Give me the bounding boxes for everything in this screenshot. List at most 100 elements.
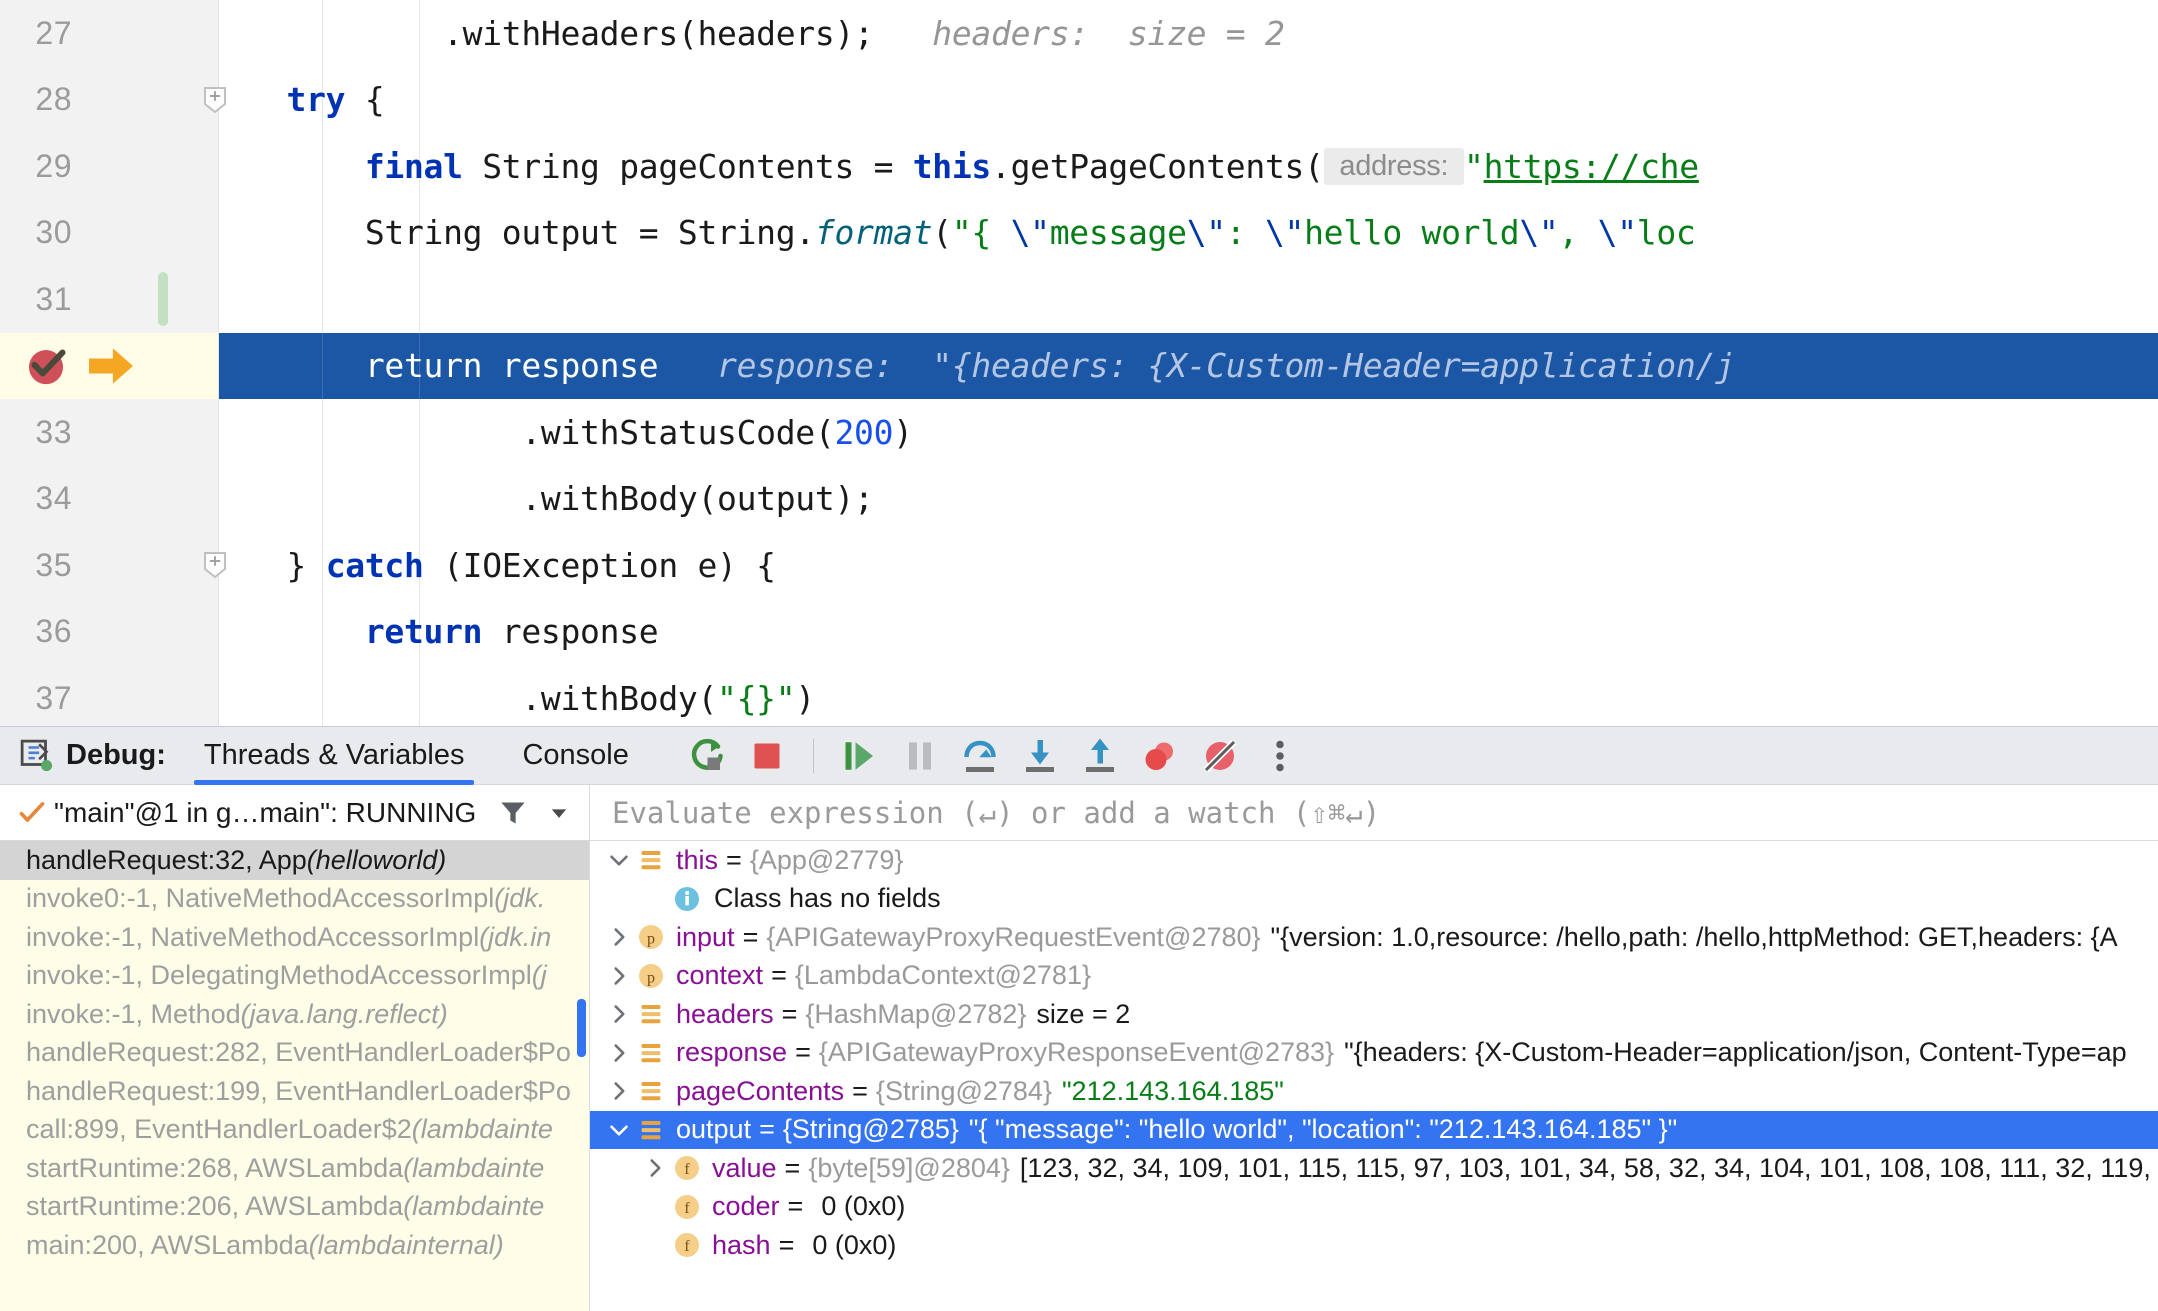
stack-frame-row[interactable]: call:899, EventHandlerLoader$2 (lambdain…	[0, 1111, 589, 1150]
mute-breakpoints-button[interactable]	[1136, 732, 1184, 780]
stack-frame-row[interactable]: handleRequest:282, EventHandlerLoader$Po	[0, 1034, 589, 1073]
more-options-button[interactable]	[1256, 732, 1304, 780]
code-token: response	[482, 612, 658, 651]
view-breakpoints-button[interactable]	[1196, 732, 1244, 780]
field-icon: f	[672, 1192, 702, 1222]
variable-row[interactable]: pinput={APIGatewayProxyRequestEvent@2780…	[590, 918, 2158, 957]
escape-sequence: \"	[1011, 213, 1050, 252]
code-token: String output = String.	[365, 213, 815, 252]
variable-row[interactable]: pageContents={String@2784}"212.143.164.1…	[590, 1072, 2158, 1111]
equals-sign: =	[771, 960, 787, 991]
chevron-right-icon[interactable]	[602, 997, 636, 1031]
chevron-right-icon[interactable]	[638, 1151, 672, 1185]
thread-selector[interactable]: "main"@1 in g…main": RUNNING	[0, 785, 590, 841]
escape-sequence: \"	[1187, 213, 1226, 252]
vcs-change-marker[interactable]	[158, 272, 168, 326]
code-token	[130, 546, 287, 585]
code-line[interactable]: 35 } catch (IOException e) {	[0, 532, 2158, 599]
stack-frame-row[interactable]: startRuntime:268, AWSLambda (lambdainte	[0, 1149, 589, 1188]
svg-text:p: p	[647, 969, 655, 986]
stack-frame-row[interactable]: main:200, AWSLambda (lambdainternal)	[0, 1226, 589, 1265]
code-line[interactable]: 31	[0, 266, 2158, 333]
code-line-text: .withHeaders(headers); headers: size = 2	[0, 0, 1285, 67]
variable-row[interactable]: fcoder=0 (0x0)	[590, 1188, 2158, 1227]
step-out-button[interactable]	[1076, 732, 1124, 780]
code-line[interactable]: 28 try {	[0, 67, 2158, 134]
chevron-down-icon[interactable]	[546, 800, 572, 826]
variable-row[interactable]: fhash=0 (0x0)	[590, 1226, 2158, 1265]
variable-row[interactable]: response={APIGatewayProxyResponseEvent@2…	[590, 1034, 2158, 1073]
chevron-down-icon[interactable]	[602, 843, 636, 877]
variable-row[interactable]: output={String@2785}"{ "message": "hello…	[590, 1111, 2158, 1150]
chevron-right-icon[interactable]	[602, 1036, 636, 1070]
code-token: .withStatusCode(	[521, 413, 834, 452]
rerun-button[interactable]	[683, 732, 731, 780]
code-line[interactable]: 33 .withStatusCode(200)	[0, 399, 2158, 466]
code-token	[130, 14, 443, 53]
stack-frame-row[interactable]: invoke:-1, Method (java.lang.reflect)	[0, 995, 589, 1034]
stack-frame-row[interactable]: handleRequest:199, EventHandlerLoader$Po	[0, 1072, 589, 1111]
stop-button[interactable]	[743, 732, 791, 780]
tab-label: Threads & Variables	[204, 739, 465, 772]
frames-list[interactable]: handleRequest:32, App (helloworld)invoke…	[0, 841, 590, 1311]
resume-button[interactable]	[836, 732, 884, 780]
code-line-text: .withStatusCode(200)	[0, 399, 913, 466]
local-variable-icon	[636, 999, 666, 1029]
code-line[interactable]: 37 .withBody("{}")	[0, 665, 2158, 726]
stack-frame-row[interactable]: startRuntime:206, AWSLambda (lambdainte	[0, 1188, 589, 1227]
equals-sign: =	[759, 1114, 775, 1145]
variable-row[interactable]: headers={HashMap@2782}size = 2	[590, 995, 2158, 1034]
stack-frame-row[interactable]: invoke:-1, NativeMethodAccessorImpl (jdk…	[0, 918, 589, 957]
frame-method: startRuntime:268, AWSLambda	[26, 1153, 403, 1184]
tab-console[interactable]: Console	[502, 727, 648, 785]
variable-row[interactable]: this={App@2779}	[590, 841, 2158, 880]
code-line-text: return response	[0, 599, 658, 666]
variables-tree[interactable]: this={App@2779}Class has no fieldspinput…	[590, 841, 2158, 1311]
variable-row[interactable]: Class has no fields	[590, 880, 2158, 919]
code-line-text	[0, 266, 130, 333]
step-into-button[interactable]	[1016, 732, 1064, 780]
keyword: try	[287, 80, 346, 119]
stack-frame-row[interactable]: invoke:-1, DelegatingMethodAccessorImpl …	[0, 957, 589, 996]
parameter-icon: p	[636, 961, 666, 991]
code-token	[130, 612, 365, 651]
code-token: )	[893, 413, 913, 452]
tab-threads-and-variables[interactable]: Threads & Variables	[184, 727, 485, 785]
frames-scrollbar[interactable]	[577, 999, 586, 1057]
equals-sign: =	[852, 1076, 868, 1107]
chevron-right-icon[interactable]	[602, 1074, 636, 1108]
code-line[interactable]: 36 return response	[0, 599, 2158, 666]
frame-package: (java.lang.reflect)	[241, 999, 448, 1030]
code-line[interactable]: return response response: "{headers: {X-…	[0, 333, 2158, 400]
evaluate-expression-input[interactable]: Evaluate expression (↵) or add a watch (…	[590, 785, 2158, 841]
variable-value: size = 2	[1036, 999, 1130, 1030]
step-over-icon	[960, 736, 1000, 776]
code-line[interactable]: 27 .withHeaders(headers); headers: size …	[0, 0, 2158, 67]
chevron-right-icon[interactable]	[602, 959, 636, 993]
code-token: .withBody(	[521, 679, 717, 718]
code-token: {	[345, 80, 384, 119]
code-token: .getPageContents(	[991, 147, 1324, 186]
stack-frame-row[interactable]: invoke0:-1, NativeMethodAccessorImpl (jd…	[0, 880, 589, 919]
variable-row[interactable]: pcontext={LambdaContext@2781}	[590, 957, 2158, 996]
code-token: (	[932, 213, 952, 252]
frame-method: startRuntime:206, AWSLambda	[26, 1191, 403, 1222]
code-line[interactable]: 34 .withBody(output);	[0, 466, 2158, 533]
pause-button[interactable]	[896, 732, 944, 780]
filter-icon[interactable]	[498, 798, 528, 828]
debug-window-icon	[20, 739, 54, 773]
chevron-down-icon[interactable]	[602, 1113, 636, 1147]
rerun-icon	[687, 736, 727, 776]
string-literal: hello world	[1304, 213, 1519, 252]
string-literal: message	[1050, 213, 1187, 252]
code-line[interactable]: 30 String output = String.format("{ \"me…	[0, 200, 2158, 267]
chevron-right-icon[interactable]	[602, 920, 636, 954]
code-line-text: return response response: "{headers: {X-…	[0, 333, 1735, 400]
frame-package: (lambdainte	[403, 1191, 544, 1222]
code-line[interactable]: 29 final String pageContents = this.getP…	[0, 133, 2158, 200]
stack-frame-row[interactable]: handleRequest:32, App (helloworld)	[0, 841, 589, 880]
gutter-edge	[218, 266, 219, 333]
step-over-button[interactable]	[956, 732, 1004, 780]
variable-row[interactable]: fvalue={byte[59]@2804}[123, 32, 34, 109,…	[590, 1149, 2158, 1188]
code-editor[interactable]: 27 .withHeaders(headers); headers: size …	[0, 0, 2158, 726]
